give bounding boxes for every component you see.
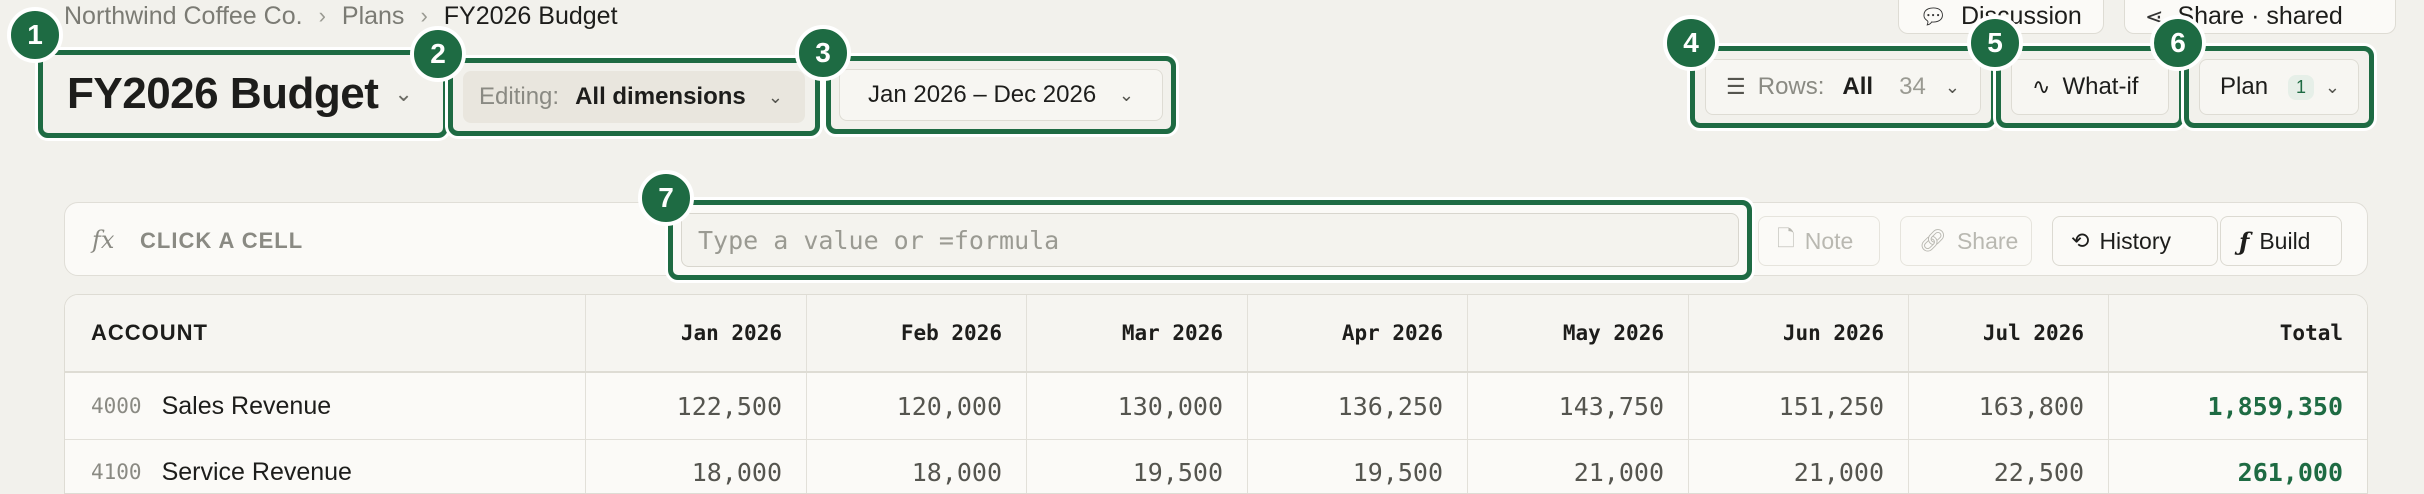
annotation-marker: 6 bbox=[2150, 15, 2206, 71]
column-header-month[interactable]: Jul 2026 bbox=[1909, 295, 2109, 371]
column-header-account[interactable]: ACCOUNT bbox=[65, 295, 586, 371]
formula-input-wrapper bbox=[668, 200, 1752, 280]
plan-version-dropdown[interactable]: Plan 1 ⌄ bbox=[2184, 46, 2374, 128]
function-icon: ƒ bbox=[2239, 226, 2250, 256]
value-cell[interactable]: 122,500 bbox=[586, 373, 807, 439]
breadcrumb: Northwind Coffee Co. › Plans › FY2026 Bu… bbox=[64, 0, 618, 32]
table-header: ACCOUNT Jan 2026 Feb 2026 Mar 2026 Apr 2… bbox=[65, 295, 2367, 373]
column-header-month[interactable]: Jan 2026 bbox=[586, 295, 807, 371]
breadcrumb-separator: › bbox=[318, 3, 326, 28]
build-button[interactable]: ƒ Build bbox=[2220, 216, 2342, 266]
breadcrumb-org[interactable]: Northwind Coffee Co. bbox=[64, 2, 303, 31]
chevron-down-icon: ⌄ bbox=[394, 81, 413, 106]
column-header-month[interactable]: May 2026 bbox=[1468, 295, 1689, 371]
chevron-down-icon: ⌄ bbox=[1944, 76, 1960, 97]
account-code: 4000 bbox=[91, 394, 142, 418]
fx-label: fx bbox=[92, 226, 115, 254]
date-range-value: Jan 2026 – Dec 2026 bbox=[868, 81, 1097, 108]
annotation-marker: 5 bbox=[1967, 15, 2023, 71]
column-header-month[interactable]: Jun 2026 bbox=[1689, 295, 1909, 371]
value-cell[interactable]: 21,000 bbox=[1689, 439, 1909, 493]
formula-input[interactable] bbox=[681, 213, 1739, 267]
note-button[interactable]: 🗋︎ Note bbox=[1758, 216, 1880, 266]
value-cell[interactable]: 19,500 bbox=[1027, 439, 1248, 493]
value-cell[interactable]: 22,500 bbox=[1909, 439, 2109, 493]
chevron-down-icon: ⌄ bbox=[1118, 84, 1134, 105]
annotation-marker: 2 bbox=[410, 26, 466, 82]
breadcrumb-separator: › bbox=[420, 3, 428, 28]
pulse-icon: ∿ bbox=[2032, 74, 2051, 99]
budget-table: ACCOUNT Jan 2026 Feb 2026 Mar 2026 Apr 2… bbox=[64, 294, 2368, 494]
share-cell-button[interactable]: 🔗︎ Share bbox=[1900, 216, 2032, 266]
value-cell[interactable]: 130,000 bbox=[1027, 373, 1248, 439]
account-name: Sales Revenue bbox=[161, 391, 332, 420]
value-cell[interactable]: 18,000 bbox=[807, 439, 1027, 493]
speech-bubble-icon: 💬︎ bbox=[1919, 3, 1947, 29]
total-cell[interactable]: 1,859,350 bbox=[2109, 373, 2367, 439]
chevron-down-icon: ⌄ bbox=[2324, 76, 2340, 97]
rows-value: All bbox=[1842, 73, 1874, 100]
chevron-down-icon: ⌄ bbox=[767, 86, 783, 107]
column-header-total[interactable]: Total bbox=[2109, 295, 2367, 371]
plan-label: Plan bbox=[2220, 73, 2269, 100]
annotation-marker: 1 bbox=[7, 7, 63, 63]
value-cell[interactable]: 163,800 bbox=[1909, 373, 2109, 439]
breadcrumb-current: FY2026 Budget bbox=[443, 1, 618, 30]
filter-lines-icon: ☰ bbox=[1726, 74, 1746, 99]
share-status-label: Share · shared bbox=[2177, 2, 2343, 30]
rows-label: Rows: bbox=[1757, 73, 1825, 100]
plan-title-dropdown[interactable]: FY2026 Budget ⌄ bbox=[38, 50, 448, 138]
value-cell[interactable]: 120,000 bbox=[807, 373, 1027, 439]
column-header-month[interactable]: Feb 2026 bbox=[807, 295, 1027, 371]
history-clock-icon: ⟲ bbox=[2071, 228, 2090, 253]
whatif-label: What-if bbox=[2062, 73, 2139, 100]
value-cell[interactable]: 21,000 bbox=[1468, 439, 1689, 493]
value-cell[interactable]: 136,250 bbox=[1248, 373, 1468, 439]
value-cell[interactable]: 18,000 bbox=[586, 439, 807, 493]
rows-count: 34 bbox=[1899, 73, 1926, 100]
history-label: History bbox=[2099, 227, 2171, 254]
plan-count-badge: 1 bbox=[2288, 74, 2315, 100]
annotation-marker: 7 bbox=[638, 170, 694, 226]
history-button[interactable]: ⟲ History bbox=[2052, 216, 2218, 266]
value-cell[interactable]: 143,750 bbox=[1468, 373, 1689, 439]
editing-value: All dimensions bbox=[575, 83, 746, 110]
account-name: Service Revenue bbox=[161, 457, 352, 486]
build-label: Build bbox=[2259, 227, 2311, 254]
annotation-marker: 3 bbox=[795, 25, 851, 81]
date-range-dropdown[interactable]: Jan 2026 – Dec 2026 ⌄ bbox=[826, 56, 1176, 134]
table-row: 4000 Sales Revenue 122,500 120,000 130,0… bbox=[65, 373, 2367, 440]
account-cell[interactable]: 4100 Service Revenue bbox=[65, 439, 586, 493]
editing-label: Editing: bbox=[479, 83, 560, 110]
total-cell[interactable]: 261,000 bbox=[2109, 439, 2367, 493]
column-header-month[interactable]: Mar 2026 bbox=[1027, 295, 1248, 371]
note-label: Note bbox=[1804, 227, 1854, 254]
document-icon: 🗋︎ bbox=[1777, 226, 1795, 251]
page-title: FY2026 Budget bbox=[67, 69, 379, 118]
table-row: 4100 Service Revenue 18,000 18,000 19,50… bbox=[65, 439, 2367, 493]
column-header-month[interactable]: Apr 2026 bbox=[1248, 295, 1468, 371]
annotation-marker: 4 bbox=[1663, 15, 1719, 71]
link-icon: 🔗︎ bbox=[1919, 228, 1947, 253]
cell-reference: CLICK A CELL bbox=[140, 228, 304, 253]
value-cell[interactable]: 151,250 bbox=[1689, 373, 1909, 439]
share-cell-label: Share bbox=[1956, 227, 2019, 254]
account-code: 4100 bbox=[91, 460, 142, 484]
value-cell[interactable]: 19,500 bbox=[1248, 439, 1468, 493]
breadcrumb-plans[interactable]: Plans bbox=[342, 2, 405, 31]
account-cell[interactable]: 4000 Sales Revenue bbox=[65, 373, 586, 439]
rows-filter-dropdown[interactable]: ☰ Rows: All 34 ⌄ bbox=[1690, 46, 1996, 128]
editing-dimensions-dropdown[interactable]: Editing: All dimensions ⌄ bbox=[448, 58, 820, 136]
